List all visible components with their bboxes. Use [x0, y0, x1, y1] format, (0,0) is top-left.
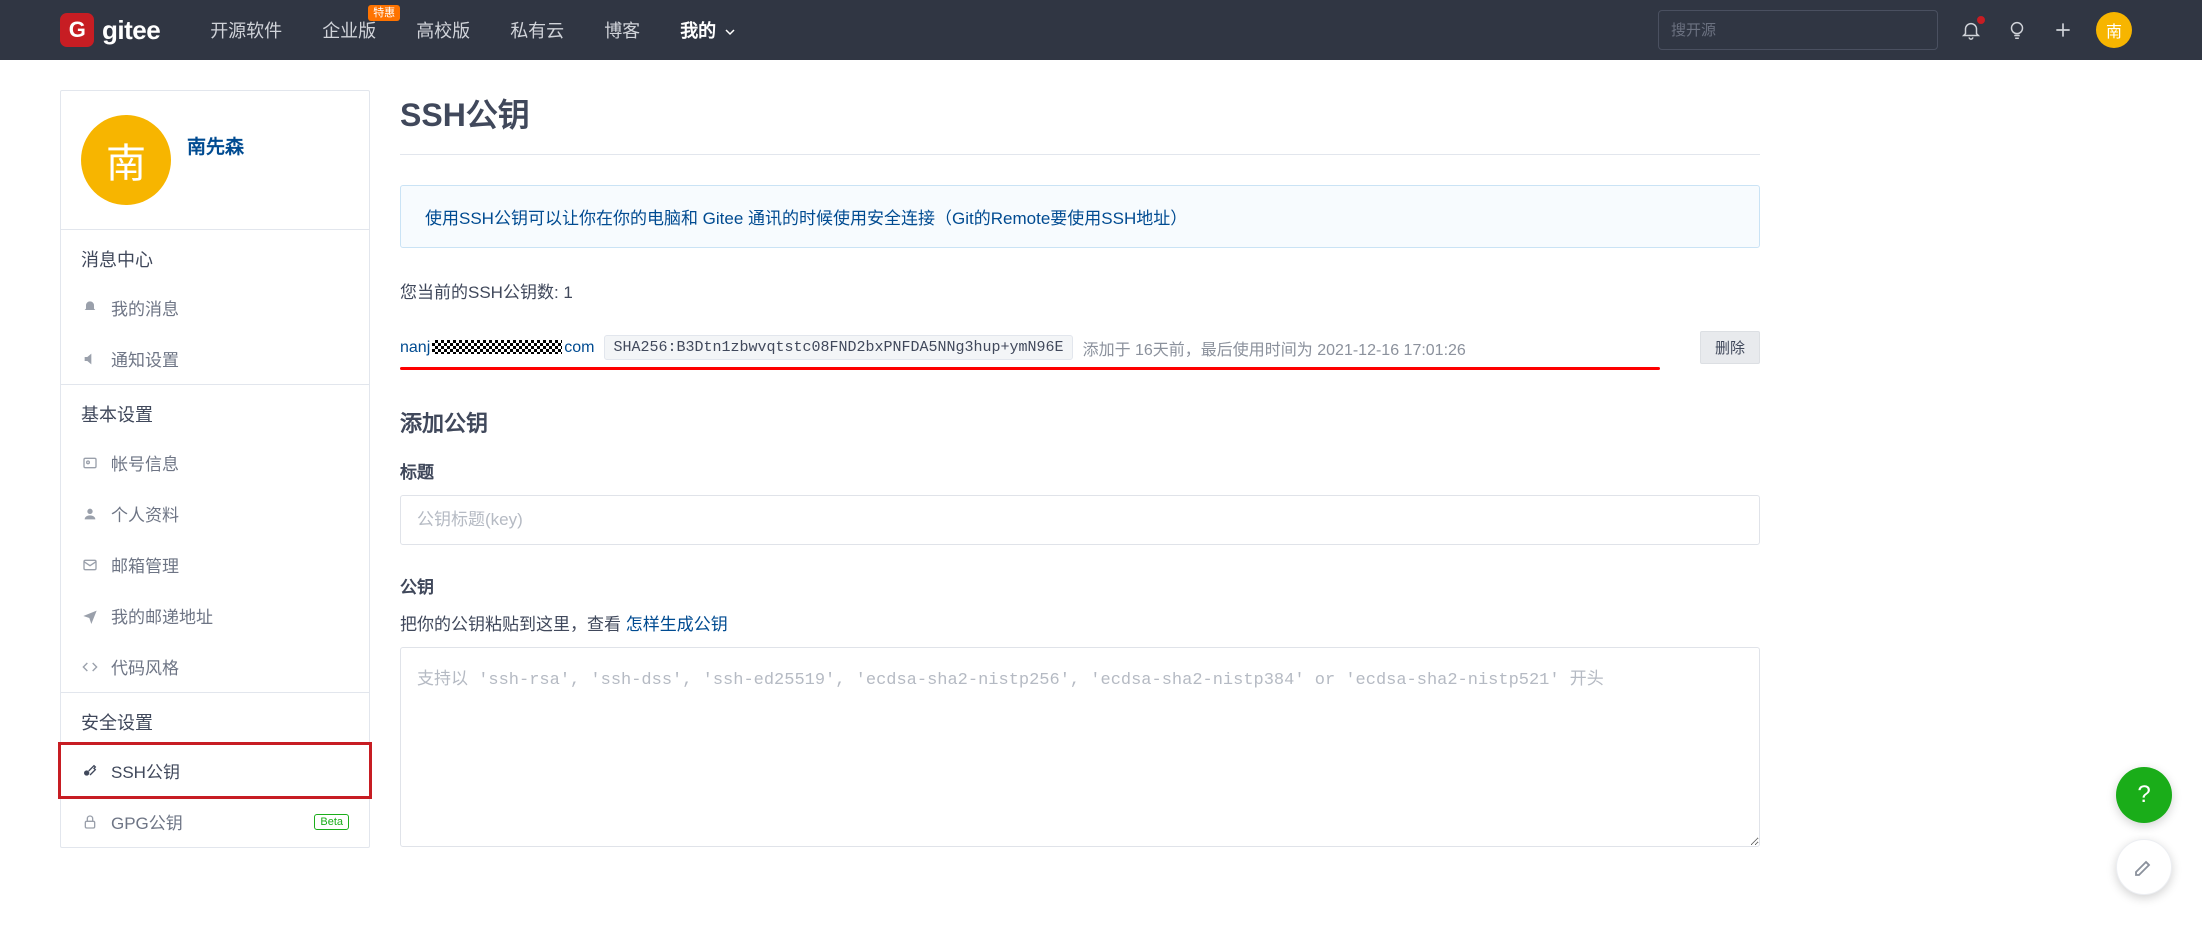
menu-messages: 消息中心 我的消息 通知设置: [61, 229, 369, 384]
brand-name: gitee: [102, 15, 160, 46]
sidebar-item-label: 我的消息: [111, 295, 179, 320]
chevron-down-icon: [725, 21, 735, 41]
question-icon: ?: [2137, 781, 2150, 809]
feedback-button[interactable]: [2116, 839, 2172, 895]
menu-section-title: 消息中心: [61, 229, 369, 282]
edit-icon: [2132, 855, 2156, 879]
search-input[interactable]: [1671, 22, 1925, 39]
sidebar-item-address[interactable]: 我的邮递地址: [61, 590, 369, 641]
username[interactable]: 南先森: [187, 132, 244, 159]
beta-badge: Beta: [314, 814, 349, 830]
sidebar-item-label: 个人资料: [111, 501, 179, 526]
code-icon: [81, 659, 99, 675]
nav-university[interactable]: 高校版: [416, 17, 470, 43]
plus-icon[interactable]: [2050, 17, 2076, 43]
top-nav: G gitee 开源软件 企业版 特惠 高校版 私有云 博客 我的: [0, 0, 2202, 60]
sidebar-item-label: 代码风格: [111, 654, 179, 679]
key-textarea[interactable]: [400, 647, 1760, 847]
search-input-wrap[interactable]: [1658, 10, 1938, 50]
nav-blog[interactable]: 博客: [604, 17, 640, 43]
sidebar-item-my-messages[interactable]: 我的消息: [61, 282, 369, 333]
fab-group: ?: [2116, 767, 2172, 895]
key-count: 您当前的SSH公钥数: 1: [400, 278, 1760, 303]
notification-dot: [1976, 15, 1986, 25]
nav-opensource[interactable]: 开源软件: [210, 17, 282, 43]
nav-badge-tehui: 特惠: [368, 5, 400, 21]
nav-right: 南: [1658, 10, 2132, 50]
sidebar-item-profile[interactable]: 个人资料: [61, 488, 369, 539]
field-hint: 把你的公钥粘贴到这里，查看 怎样生成公钥: [400, 610, 1760, 635]
nav-enterprise[interactable]: 企业版 特惠: [322, 17, 376, 43]
nav-my-label: 我的: [680, 21, 716, 41]
field-label-key: 公钥: [400, 573, 1760, 598]
nav-private[interactable]: 私有云: [510, 17, 564, 43]
volume-icon: [81, 351, 99, 367]
sidebar-item-code-style[interactable]: 代码风格: [61, 641, 369, 692]
sidebar-item-label: 通知设置: [111, 346, 179, 371]
how-to-generate-link[interactable]: 怎样生成公钥: [626, 615, 728, 634]
lightbulb-icon[interactable]: [2004, 17, 2030, 43]
container: 南 南先森 消息中心 我的消息 通知设置 基本设置 帐号信息 个人资料: [0, 60, 2202, 908]
sidebar-item-account[interactable]: 帐号信息: [61, 437, 369, 488]
menu-security: 安全设置 SSH公钥 GPG公钥 Beta: [61, 692, 369, 847]
field-hint-prefix: 把你的公钥粘贴到这里，查看: [400, 615, 626, 634]
sidebar-item-notification-settings[interactable]: 通知设置: [61, 333, 369, 384]
key-icon: [81, 763, 99, 779]
menu-section-title: 基本设置: [61, 384, 369, 437]
key-email-suffix: com: [564, 339, 594, 356]
brand-logo[interactable]: G gitee: [60, 13, 160, 47]
notification-icon[interactable]: [1958, 17, 1984, 43]
sidebar-item-label: 我的邮递地址: [111, 603, 213, 628]
help-button[interactable]: ?: [2116, 767, 2172, 823]
avatar-large[interactable]: 南: [81, 115, 171, 205]
sidebar-item-label: GPG公钥: [111, 809, 183, 834]
sidebar-item-gpg-key[interactable]: GPG公钥 Beta: [61, 796, 369, 847]
obscured-icon: [432, 340, 562, 354]
bell-icon: [81, 300, 99, 316]
field-label-title: 标题: [400, 458, 1760, 483]
send-icon: [81, 608, 99, 624]
page-title: SSH公钥: [400, 90, 1760, 155]
user-icon: [81, 506, 99, 522]
sidebar-profile: 南 南先森: [61, 91, 369, 229]
sidebar: 南 南先森 消息中心 我的消息 通知设置 基本设置 帐号信息 个人资料: [60, 90, 370, 848]
key-count-value: 1: [563, 283, 572, 302]
mail-icon: [81, 557, 99, 573]
sidebar-item-label: SSH公钥: [111, 758, 180, 783]
annotation-underline: [400, 367, 1660, 370]
nav-my[interactable]: 我的: [680, 17, 735, 43]
key-hash: SHA256:B3Dtn1zbwvqtstc08FND2bxPNFDA5NNg3…: [604, 335, 1072, 360]
logo-icon: G: [60, 13, 94, 47]
lock-icon: [81, 814, 99, 830]
menu-basic: 基本设置 帐号信息 个人资料 邮箱管理 我的邮递地址 代码风格: [61, 384, 369, 692]
nav-links: 开源软件 企业版 特惠 高校版 私有云 博客 我的: [210, 17, 735, 43]
key-count-prefix: 您当前的SSH公钥数:: [400, 283, 563, 302]
sidebar-item-label: 邮箱管理: [111, 552, 179, 577]
form-group-title: 标题: [400, 458, 1760, 545]
sidebar-item-ssh-key[interactable]: SSH公钥: [58, 742, 372, 799]
nav-enterprise-label: 企业版: [322, 21, 376, 41]
key-email[interactable]: nanj com: [400, 339, 594, 357]
key-title-input[interactable]: [400, 495, 1760, 545]
form-group-key: 公钥 把你的公钥粘贴到这里，查看 怎样生成公钥: [400, 573, 1760, 850]
sidebar-item-label: 帐号信息: [111, 450, 179, 475]
delete-button[interactable]: 删除: [1700, 331, 1760, 364]
key-meta: 添加于 16天前，最后使用时间为 2021-12-16 17:01:26: [1083, 336, 1466, 360]
avatar[interactable]: 南: [2096, 12, 2132, 48]
menu-section-title: 安全设置: [61, 692, 369, 745]
main-content: SSH公钥 使用SSH公钥可以让你在你的电脑和 Gitee 通讯的时候使用安全连…: [400, 90, 1760, 878]
key-email-prefix: nanj: [400, 339, 430, 356]
ssh-key-row: nanj com SHA256:B3Dtn1zbwvqtstc08FND2bxPN…: [400, 331, 1760, 370]
add-key-title: 添加公钥: [400, 406, 1760, 438]
sidebar-item-email[interactable]: 邮箱管理: [61, 539, 369, 590]
idcard-icon: [81, 455, 99, 471]
info-box: 使用SSH公钥可以让你在你的电脑和 Gitee 通讯的时候使用安全连接（Git的…: [400, 185, 1760, 248]
avatar-initial: 南: [2106, 18, 2122, 42]
